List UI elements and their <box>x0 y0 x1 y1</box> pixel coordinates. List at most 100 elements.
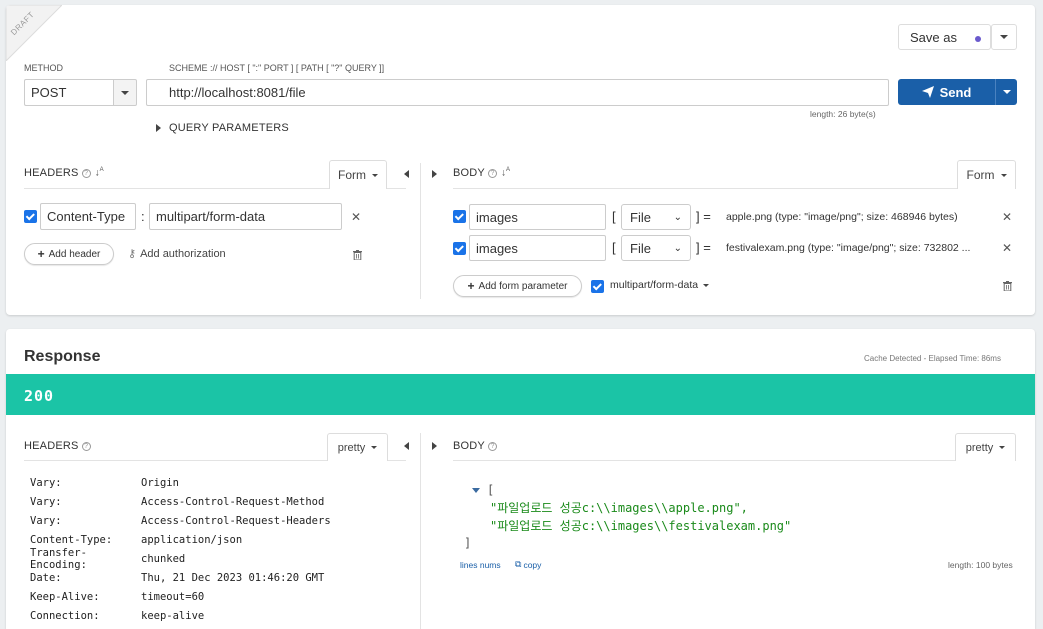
request-panel: DRAFT Save as METHOD POST SCHEME :// HOS… <box>6 5 1035 315</box>
chevron-down-icon <box>703 283 710 287</box>
expand-arrow-icon <box>156 124 161 132</box>
chevron-down-icon <box>1000 173 1007 177</box>
body-length: length: 100 bytes <box>948 560 1013 570</box>
encoding-dropdown[interactable]: multipart/form-data <box>610 279 710 291</box>
body-mode-label: Form <box>966 168 995 182</box>
body-param-type: File <box>630 240 651 256</box>
collapse-right-icon[interactable] <box>432 170 437 178</box>
header-key: Keep-Alive: <box>30 590 100 603</box>
remove-param-icon[interactable]: ✕ <box>1002 241 1012 255</box>
send-button[interactable]: Send <box>898 79 995 105</box>
header-value: chunked <box>141 552 186 565</box>
header-value-input[interactable]: multipart/form-data <box>149 203 342 230</box>
copy-link[interactable]: ⧉ copy <box>515 559 541 570</box>
add-form-parameter-label: Add form parameter <box>478 280 568 292</box>
response-header-row: Vary: Origin <box>30 473 179 492</box>
header-value: keep-alive <box>141 609 205 622</box>
body-param-checkbox[interactable] <box>453 210 466 223</box>
header-name-input[interactable]: Content-Type <box>40 203 136 230</box>
chevron-down-icon <box>1002 90 1011 94</box>
send-dropdown-button[interactable] <box>995 79 1017 105</box>
headers-mode-dropdown[interactable]: Form <box>329 160 387 189</box>
collapse-right-icon[interactable] <box>432 442 437 450</box>
sort-icon: ↓A <box>500 167 510 179</box>
plus-icon: + <box>37 247 45 261</box>
encoding-checkbox[interactable] <box>591 280 604 293</box>
collapse-left-icon[interactable] <box>404 442 409 450</box>
body-param-type-select[interactable]: File ⌄ <box>621 204 691 230</box>
response-header-row: Vary: Access-Control-Request-Headers <box>30 511 331 530</box>
divider <box>453 188 1016 189</box>
response-title: Response <box>24 348 101 365</box>
query-parameters-toggle[interactable]: QUERY PARAMETERS <box>156 122 289 134</box>
help-icon: ? <box>487 168 497 178</box>
key-icon: ⚷ <box>128 248 137 260</box>
method-label: METHOD <box>24 63 63 73</box>
json-string: "파일업로드 성공c:\\images\\apple.png", <box>490 501 748 515</box>
cache-info: Cache Detected - Elapsed Time: 86ms <box>864 354 1001 363</box>
body-title: BODY <box>453 167 485 179</box>
lines-nums-link[interactable]: lines nums <box>460 560 501 570</box>
bracket-close: ] = <box>696 209 711 224</box>
encoding-label: multipart/form-data <box>610 279 699 291</box>
add-form-parameter-button[interactable]: + Add form parameter <box>453 275 582 297</box>
chevron-down-icon: ⌄ <box>673 242 682 254</box>
trash-icon[interactable] <box>1003 281 1012 291</box>
chevron-down-icon: ⌄ <box>673 211 682 223</box>
body-param-name-input[interactable]: images <box>469 204 606 230</box>
header-key: Transfer-Encoding: <box>30 546 87 571</box>
chevron-down-icon <box>371 446 378 449</box>
header-enabled-checkbox[interactable] <box>24 210 37 223</box>
header-value: Access-Control-Request-Method <box>141 495 325 508</box>
scheme-label: SCHEME :// HOST [ ":" PORT ] [ PATH [ "?… <box>169 63 385 73</box>
headers-mode-label: Form <box>338 168 366 182</box>
add-authorization-link[interactable]: ⚷ Add authorization <box>128 247 226 261</box>
save-as-button[interactable]: Save as <box>898 24 991 50</box>
response-body-mode-dropdown[interactable]: pretty <box>955 433 1016 461</box>
add-header-button[interactable]: + Add header <box>24 243 114 265</box>
header-value-value: multipart/form-data <box>156 209 266 224</box>
response-header-row: Connection: keep-alive <box>30 606 204 625</box>
response-header-row: Date: Thu, 21 Dec 2023 01:46:20 GMT <box>30 568 324 587</box>
method-select[interactable]: POST <box>24 79 114 106</box>
body-param-file: apple.png (type: "image/png"; size: 4689… <box>726 211 958 223</box>
body-param-checkbox[interactable] <box>453 242 466 255</box>
splitter[interactable] <box>420 433 421 629</box>
headers-title: HEADERS <box>24 440 79 452</box>
splitter[interactable] <box>420 163 421 299</box>
response-panel: Response Cache Detected - Elapsed Time: … <box>6 329 1035 629</box>
response-body-title: BODY ? <box>453 440 497 452</box>
remove-header-icon[interactable]: ✕ <box>351 210 361 224</box>
url-input[interactable]: http://localhost:8081/file <box>146 79 889 106</box>
bracket-open: [ <box>612 240 616 255</box>
json-collapse-icon[interactable] <box>472 488 480 493</box>
query-parameters-label: QUERY PARAMETERS <box>169 122 289 134</box>
sort-icon: ↓A <box>94 167 104 179</box>
copy-label: copy <box>523 559 542 570</box>
add-header-label: Add header <box>48 248 101 260</box>
paper-plane-icon <box>921 86 934 98</box>
header-value: Origin <box>141 476 179 489</box>
body-mode-dropdown[interactable]: Form <box>957 160 1016 189</box>
url-value: http://localhost:8081/file <box>169 85 306 100</box>
url-length: length: 26 byte(s) <box>810 109 876 119</box>
save-as-dropdown-button[interactable] <box>991 24 1017 50</box>
trash-icon[interactable] <box>353 250 362 260</box>
response-headers-mode-dropdown[interactable]: pretty <box>327 433 388 461</box>
header-key: Vary: <box>30 476 62 489</box>
header-value: application/json <box>141 533 243 546</box>
header-value: Thu, 21 Dec 2023 01:46:20 GMT <box>141 571 325 584</box>
header-key: Vary: <box>30 495 62 508</box>
body-title: BODY <box>453 440 485 452</box>
body-param-name-input[interactable]: images <box>469 235 606 261</box>
method-dropdown-button[interactable] <box>113 79 137 106</box>
chevron-down-icon <box>1000 35 1008 39</box>
body-param-type-select[interactable]: File ⌄ <box>621 235 691 261</box>
status-bar: 200 <box>6 374 1035 415</box>
request-body-title: BODY ? ↓A <box>453 167 510 179</box>
body-param-type: File <box>630 209 651 225</box>
bracket-close: ] = <box>696 240 711 255</box>
collapse-left-icon[interactable] <box>404 170 409 178</box>
save-as-label: Save as <box>910 29 957 45</box>
remove-param-icon[interactable]: ✕ <box>1002 210 1012 224</box>
